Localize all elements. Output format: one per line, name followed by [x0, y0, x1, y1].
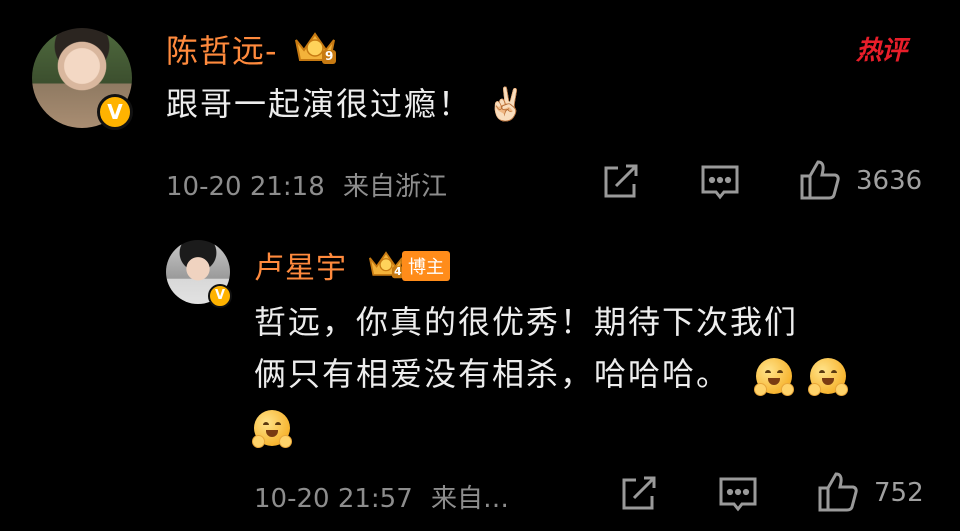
timestamp: 10-20 21:18 [166, 172, 325, 202]
verified-badge-icon: V [97, 94, 133, 130]
like-button[interactable] [816, 470, 860, 514]
hugging-face-emoji [754, 358, 795, 396]
like-button[interactable] [798, 158, 842, 202]
like-icon [800, 160, 840, 200]
hot-comment-logo: 热评 [856, 36, 907, 66]
crown-level-badge-icon: 9 [292, 26, 338, 66]
comment-button[interactable] [716, 472, 760, 516]
verified-badge-icon: V [208, 284, 232, 308]
location: 来自浙江 [343, 172, 448, 202]
victory-hand-emoji: ✌🏻 [486, 85, 528, 123]
reply-line-1: 哲远，你真的很优秀！期待下次我们 [254, 303, 799, 341]
crown-level-number: 9 [325, 49, 334, 63]
hugging-face-emoji [808, 358, 849, 396]
username-chen[interactable]: 陈哲远- [166, 26, 278, 72]
location: 来自… [431, 484, 510, 514]
like-count-chen: 3636 [856, 166, 923, 196]
like-count-lu: 752 [874, 478, 924, 508]
comment-text-chen: 跟哥一起演很过瘾！ ✌🏻 [166, 78, 528, 130]
comment-icon [719, 477, 757, 512]
reply-line-2: 俩只有相爱没有相杀，哈哈哈。 [254, 348, 849, 400]
blogger-tag: 博主 [402, 251, 450, 281]
hugging-face-emoji [252, 410, 292, 448]
comment-button[interactable] [698, 160, 742, 204]
crown-level-badge-icon: 4 [366, 246, 406, 280]
share-icon [604, 164, 638, 198]
reply-line-3 [252, 400, 846, 452]
comment-meta-chen: 10-20 21:18 来自浙江 [166, 166, 447, 203]
username-lu[interactable]: 卢星宇 [254, 243, 347, 287]
timestamp: 10-20 21:57 [254, 484, 413, 514]
forward-button[interactable] [616, 472, 660, 516]
comment-text: 跟哥一起演很过瘾！ [166, 85, 473, 123]
reply-meta-lu: 10-20 21:57 来自… [254, 478, 509, 515]
crown-level-number: 4 [394, 265, 402, 278]
reply-line-2-text: 俩只有相爱没有相杀，哈哈哈。 [254, 355, 731, 393]
reply-text-lu: 哲远，你真的很优秀！期待下次我们 俩只有相爱没有相杀，哈哈哈。 [252, 296, 849, 452]
forward-button[interactable] [598, 160, 642, 204]
like-icon [818, 472, 858, 512]
comment-icon [701, 165, 739, 200]
share-icon [622, 476, 656, 510]
